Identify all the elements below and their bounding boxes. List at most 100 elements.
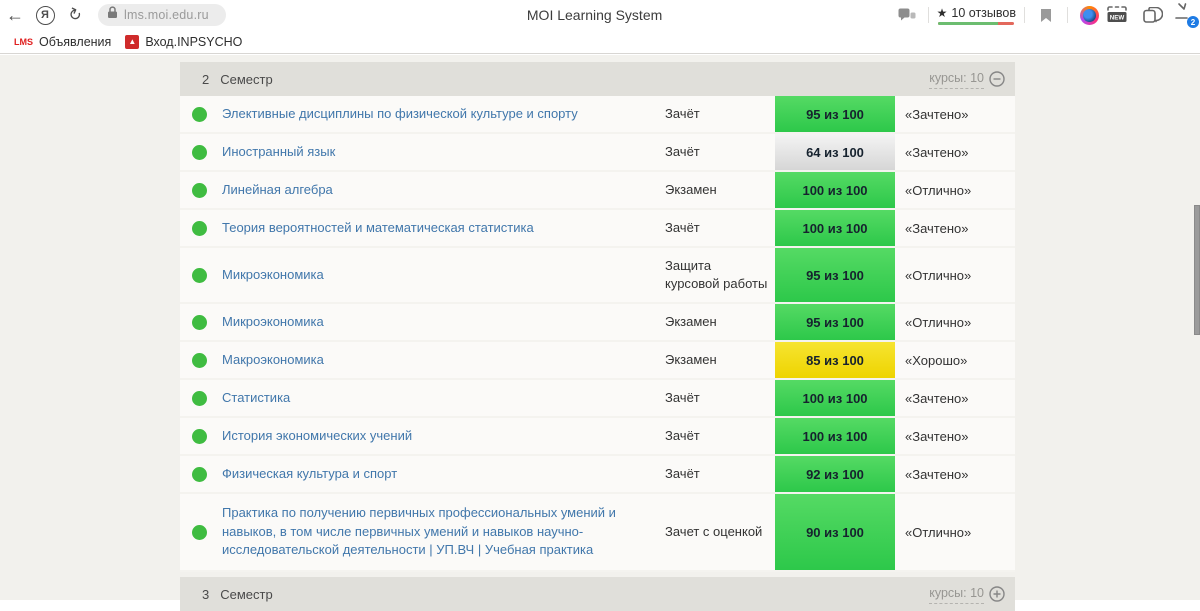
score-badge: 90 из 100 — [775, 494, 895, 570]
address-bar[interactable]: lms.moi.edu.ru — [98, 4, 226, 26]
assessment-type: Экзамен — [665, 181, 717, 197]
new-icon-label: NEW — [1110, 15, 1125, 22]
table-row: Макроэкономика Экзамен 85 из 100 «Хорошо… — [180, 342, 1015, 380]
scrollbar-thumb[interactable] — [1194, 205, 1200, 335]
course-link[interactable]: Микроэкономика — [222, 314, 324, 329]
bookmarks-bar: LMS Объявления ▲ Вход.INPSYCHO — [0, 30, 1200, 54]
table-row: Практика по получению первичных професси… — [180, 494, 1015, 572]
url-text: lms.moi.edu.ru — [124, 8, 209, 22]
status-dot-icon — [192, 182, 207, 198]
bookmark-flag-icon[interactable] — [1033, 2, 1059, 28]
score-badge: 95 из 100 — [775, 248, 895, 302]
bookmark-item-announcements[interactable]: LMS Объявления — [14, 35, 111, 49]
browser-toolbar: ← Я ↻ lms.moi.edu.ru MOI Learning System… — [0, 0, 1200, 30]
status-dot-icon — [192, 352, 207, 368]
courses-count-link[interactable]: курсы: 10 — [929, 69, 984, 89]
page-content: 2 Семестр курсы: 10 Элективные дисциплин… — [0, 55, 1200, 611]
score-badge: 100 из 100 — [775, 380, 895, 416]
semester-3-header: 3 Семестр курсы: 10 — [180, 577, 1015, 611]
download-count-badge: 2 — [1187, 16, 1199, 28]
table-row: Иностранный язык Зачёт 64 из 100 «Зачтен… — [180, 134, 1015, 172]
lms-favicon: LMS — [14, 36, 33, 47]
course-link[interactable]: Статистика — [222, 390, 290, 405]
assessment-type: Зачет с оценкой — [665, 523, 763, 539]
course-link[interactable]: Иностранный язык — [222, 144, 335, 159]
table-row: Физическая культура и спорт Зачёт 92 из … — [180, 456, 1015, 494]
course-link[interactable]: Физическая культура и спорт — [222, 466, 397, 481]
assessment-type: Экзамен — [665, 351, 717, 367]
extension-icon[interactable] — [1076, 2, 1102, 28]
inpsycho-favicon: ▲ — [125, 34, 140, 49]
bookmark-label: Объявления — [39, 34, 112, 49]
grade-text: «Зачтено» — [905, 428, 969, 444]
page-title: MOI Learning System — [526, 7, 663, 23]
course-link[interactable]: Макроэкономика — [222, 352, 324, 367]
semester-title: Семестр — [220, 71, 273, 87]
score-badge: 64 из 100 — [775, 134, 895, 170]
collections-icon[interactable] — [1140, 2, 1166, 28]
semester-number: 3 — [202, 586, 210, 602]
assessment-type: Зачёт — [665, 389, 700, 405]
status-dot-icon — [192, 390, 207, 406]
table-row: Микроэкономика Экзамен 95 из 100 «Отличн… — [180, 304, 1015, 342]
score-badge: 100 из 100 — [775, 418, 895, 454]
assessment-type: Зачёт — [665, 219, 700, 235]
star-icon: ★ — [936, 5, 948, 20]
course-link[interactable]: Элективные дисциплины по физической куль… — [222, 106, 578, 121]
site-feedback-icon[interactable] — [894, 2, 920, 28]
score-badge: 95 из 100 — [775, 304, 895, 340]
grade-text: «Зачтено» — [905, 220, 969, 236]
score-badge: 95 из 100 — [775, 96, 895, 132]
grade-text: «Зачтено» — [905, 466, 969, 482]
toolbar-separator — [927, 7, 929, 23]
course-link[interactable]: Теория вероятностей и математическая ста… — [222, 220, 534, 235]
refresh-icon: ↻ — [65, 4, 85, 26]
grade-text: «Отлично» — [905, 182, 972, 198]
status-dot-icon — [192, 106, 207, 122]
score-badge: 100 из 100 — [775, 210, 895, 246]
refresh-button[interactable]: ↻ — [60, 2, 90, 28]
status-dot-icon — [192, 267, 207, 283]
grade-text: «Отлично» — [905, 314, 972, 330]
collapse-minus-icon[interactable] — [989, 71, 1005, 87]
courses-count-link[interactable]: курсы: 10 — [929, 584, 984, 604]
status-dot-icon — [192, 428, 207, 444]
score-badge: 92 из 100 — [775, 456, 895, 492]
yandex-home-button[interactable]: Я — [30, 2, 60, 28]
assessment-type: Зачёт — [665, 143, 700, 159]
table-row: Линейная алгебра Экзамен 100 из 100 «Отл… — [180, 172, 1015, 210]
toolbar-separator — [1024, 7, 1025, 23]
grade-text: «Хорошо» — [905, 352, 968, 368]
toolbar-separator — [1067, 7, 1068, 23]
back-icon: ← — [6, 4, 24, 25]
site-reviews-widget[interactable]: ★ 10 отзывов — [937, 6, 1016, 25]
score-badge: 100 из 100 — [775, 172, 895, 208]
status-dot-icon — [192, 314, 207, 330]
status-dot-icon — [192, 220, 207, 236]
assessment-type: Экзамен — [665, 313, 717, 329]
downloads-button[interactable]: 2 — [1172, 2, 1199, 28]
semester-title: Семестр — [220, 586, 273, 602]
back-button[interactable]: ← — [0, 2, 30, 28]
yandex-logo-icon: Я — [35, 5, 55, 25]
course-link[interactable]: Микроэкономика — [222, 267, 324, 282]
grade-text: «Зачтено» — [905, 144, 969, 160]
table-row: Теория вероятностей и математическая ста… — [180, 210, 1015, 248]
status-dot-icon — [192, 466, 207, 482]
table-row: Статистика Зачёт 100 из 100 «Зачтено» — [180, 380, 1015, 418]
score-badge: 85 из 100 — [775, 342, 895, 378]
gradebook-table: 2 Семестр курсы: 10 Элективные дисциплин… — [180, 62, 1015, 611]
semester-2-header: 2 Семестр курсы: 10 — [180, 62, 1015, 96]
assessment-type: Защита курсовой работы — [665, 257, 768, 291]
reviews-count-label: 10 отзывов — [951, 5, 1016, 20]
reviews-ratio-bar — [938, 21, 1015, 25]
table-row: Микроэкономика Защита курсовой работы 95… — [180, 248, 1015, 304]
course-link[interactable]: Практика по получению первичных професси… — [222, 505, 616, 558]
grade-text: «Зачтено» — [905, 106, 969, 122]
grade-text: «Зачтено» — [905, 390, 969, 406]
whats-new-icon[interactable]: NEW — [1102, 2, 1132, 28]
bookmark-label: Вход.INPSYCHO — [145, 34, 243, 49]
course-link[interactable]: История экономических учений — [222, 428, 412, 443]
bookmark-item-inpsycho[interactable]: ▲ Вход.INPSYCHO — [125, 34, 243, 49]
course-link[interactable]: Линейная алгебра — [222, 182, 333, 197]
